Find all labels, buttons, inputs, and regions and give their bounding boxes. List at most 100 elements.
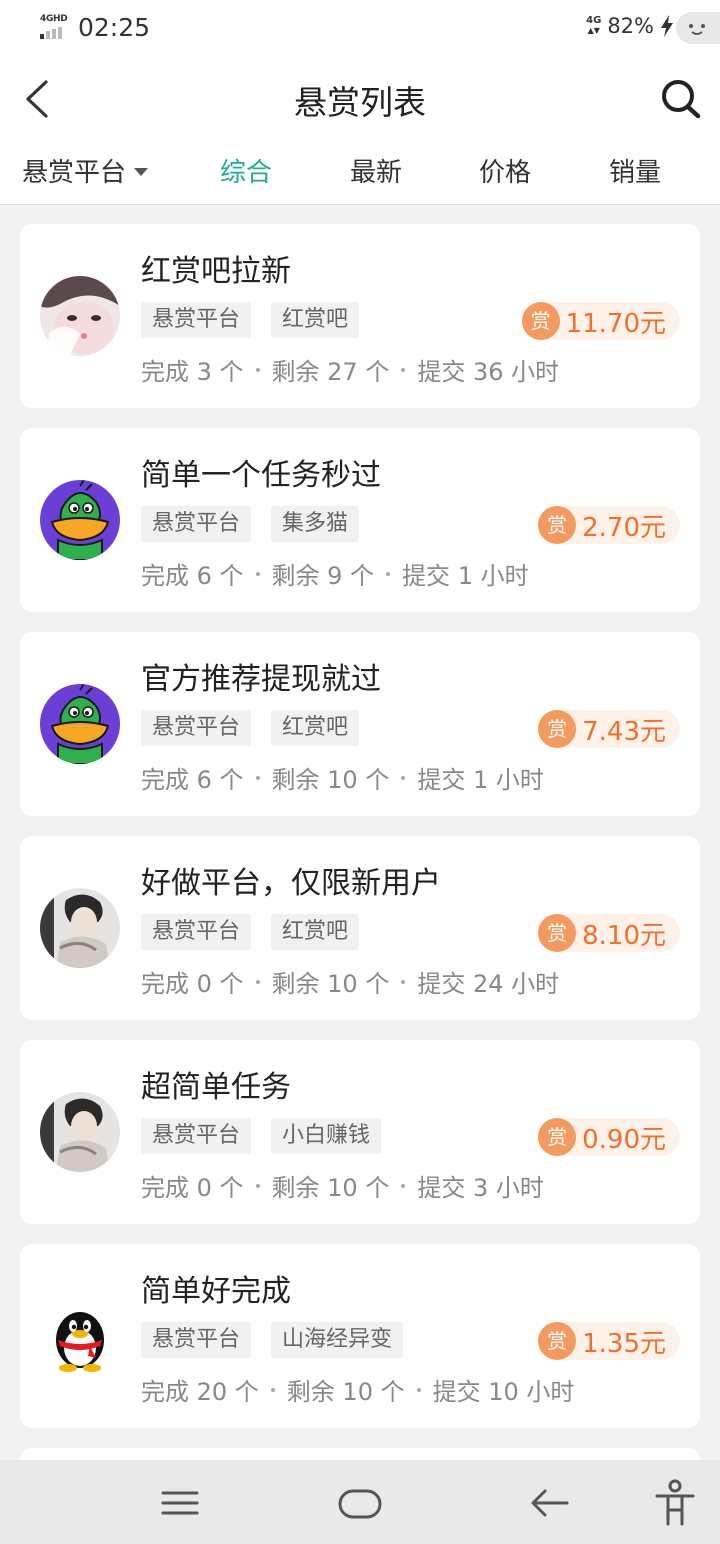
assistant-face-icon[interactable] [676, 12, 720, 44]
back-arrow-icon[interactable] [525, 1478, 575, 1528]
boy-avatar-icon [40, 1092, 120, 1172]
signal-icon [40, 27, 62, 39]
task-title: 超简单任务 [141, 1070, 291, 1105]
menu-icon[interactable] [155, 1478, 205, 1528]
tab-price[interactable]: 价格 [455, 152, 555, 189]
tag: 悬赏平台 [141, 710, 252, 746]
tag: 红赏吧 [271, 302, 360, 338]
separator-dot [255, 1183, 260, 1188]
status-bar: 4GHD 02:25 4G ▲▼ 82% [0, 0, 720, 58]
reward-pill: 赏 11.70元 [521, 302, 680, 340]
submit-time: 提交 36 小时 [417, 358, 560, 386]
task-title: 好做平台，仅限新用户 [141, 866, 441, 901]
boy-avatar-icon [40, 888, 120, 968]
separator-dot [401, 1183, 406, 1188]
caret-down-icon [134, 168, 149, 176]
submit-time: 提交 3 小时 [417, 1174, 544, 1202]
reward-badge: 赏 [538, 1118, 577, 1156]
reward-pill: 赏 8.10元 [538, 914, 680, 952]
platform-dropdown[interactable]: 悬赏平台 [22, 152, 149, 189]
avatar [40, 276, 120, 356]
task-card[interactable]: 红赏吧拉新 悬赏平台 红赏吧 赏 11.70元 完成 3 个 剩余 27 个 提… [20, 224, 700, 408]
completed-count: 完成 3 个 [141, 358, 244, 386]
submit-time: 提交 1 小时 [417, 766, 544, 794]
separator-dot [401, 979, 406, 984]
search-icon[interactable] [656, 74, 706, 124]
tag-list: 悬赏平台 山海经异变 [141, 1322, 404, 1358]
reward-pill: 赏 1.35元 [538, 1322, 680, 1360]
task-card[interactable]: 简单好完成 悬赏平台 山海经异变 赏 1.35元 完成 20 个 剩余 10 个… [20, 1244, 700, 1428]
tag-list: 悬赏平台 红赏吧 [141, 302, 360, 338]
tag: 山海经异变 [271, 1322, 404, 1358]
separator-dot [255, 367, 260, 372]
task-card[interactable]: 超简单任务 悬赏平台 小白赚钱 赏 0.90元 完成 0 个 剩余 10 个 提… [20, 1040, 700, 1224]
qq-penguin-icon [40, 1296, 120, 1376]
reward-badge: 赏 [521, 302, 560, 340]
task-title: 官方推荐提现就过 [141, 662, 381, 697]
completed-count: 完成 0 个 [141, 1174, 244, 1202]
separator-dot [255, 775, 260, 780]
avatar [40, 480, 120, 560]
tag: 悬赏平台 [141, 914, 252, 950]
avatar [40, 888, 120, 968]
reward-badge: 赏 [538, 1322, 577, 1360]
reward-amount: 0.90元 [582, 1124, 666, 1155]
home-icon[interactable] [335, 1478, 385, 1528]
tag: 悬赏平台 [141, 1118, 252, 1154]
network-indicator: 4GHD [40, 14, 72, 40]
network-type: 4GHD [40, 14, 68, 24]
separator-dot [270, 1387, 275, 1392]
reward-amount: 7.43元 [582, 716, 666, 747]
charging-icon [661, 15, 673, 37]
lte-icon: 4G ▲▼ [586, 15, 602, 36]
remaining-count: 剩余 10 个 [286, 1378, 405, 1406]
tab-latest[interactable]: 最新 [326, 152, 426, 189]
separator-dot [401, 775, 406, 780]
task-title: 简单一个任务秒过 [141, 458, 381, 493]
task-card[interactable]: 好做平台，仅限新用户 悬赏平台 红赏吧 赏 8.10元 完成 0 个 剩余 10… [20, 836, 700, 1020]
task-title: 简单好完成 [141, 1274, 291, 1309]
task-stats: 完成 20 个 剩余 10 个 提交 10 小时 [141, 1372, 574, 1407]
remaining-count: 剩余 10 个 [271, 1174, 390, 1202]
tag: 悬赏平台 [141, 1322, 252, 1358]
remaining-count: 剩余 9 个 [271, 562, 375, 590]
reward-badge: 赏 [538, 506, 577, 544]
avatar [40, 1296, 120, 1376]
remaining-count: 剩余 10 个 [271, 970, 390, 998]
duck-avatar-icon [40, 480, 120, 560]
accessibility-icon[interactable] [650, 1478, 700, 1528]
battery-level: 82% [607, 14, 654, 38]
tag: 小白赚钱 [271, 1118, 382, 1154]
task-list: 红赏吧拉新 悬赏平台 红赏吧 赏 11.70元 完成 3 个 剩余 27 个 提… [20, 224, 700, 1508]
tab-sales[interactable]: 销量 [585, 152, 685, 189]
tag: 悬赏平台 [141, 302, 252, 338]
reward-amount: 2.70元 [582, 512, 666, 543]
duck-avatar-icon [40, 684, 120, 764]
reward-badge: 赏 [538, 914, 577, 952]
task-card[interactable]: 官方推荐提现就过 悬赏平台 红赏吧 赏 7.43元 完成 6 个 剩余 10 个… [20, 632, 700, 816]
clock: 02:25 [78, 13, 151, 42]
reward-pill: 赏 2.70元 [538, 506, 680, 544]
task-card[interactable]: 简单一个任务秒过 悬赏平台 集多猫 赏 2.70元 完成 6 个 剩余 9 个 … [20, 428, 700, 612]
reward-amount: 1.35元 [582, 1328, 666, 1359]
separator-dot [255, 571, 260, 576]
lte-label: 4G [586, 15, 602, 26]
completed-count: 完成 20 个 [141, 1378, 259, 1406]
reward-pill: 赏 0.90元 [538, 1118, 680, 1156]
tag-list: 悬赏平台 红赏吧 [141, 914, 360, 950]
system-nav-bar [0, 1460, 720, 1544]
reward-amount: 11.70元 [565, 308, 666, 339]
avatar [40, 684, 120, 764]
completed-count: 完成 6 个 [141, 766, 244, 794]
remaining-count: 剩余 10 个 [271, 766, 390, 794]
status-right: 4G ▲▼ 82% [586, 14, 674, 38]
tag: 红赏吧 [271, 914, 360, 950]
reward-pill: 赏 7.43元 [538, 710, 680, 748]
tag-list: 悬赏平台 红赏吧 [141, 710, 360, 746]
separator-dot [401, 367, 406, 372]
girl-avatar-icon [40, 276, 120, 356]
tab-comprehensive[interactable]: 综合 [196, 152, 296, 189]
completed-count: 完成 0 个 [141, 970, 244, 998]
task-stats: 完成 3 个 剩余 27 个 提交 36 小时 [141, 352, 559, 387]
tag: 集多猫 [271, 506, 360, 542]
